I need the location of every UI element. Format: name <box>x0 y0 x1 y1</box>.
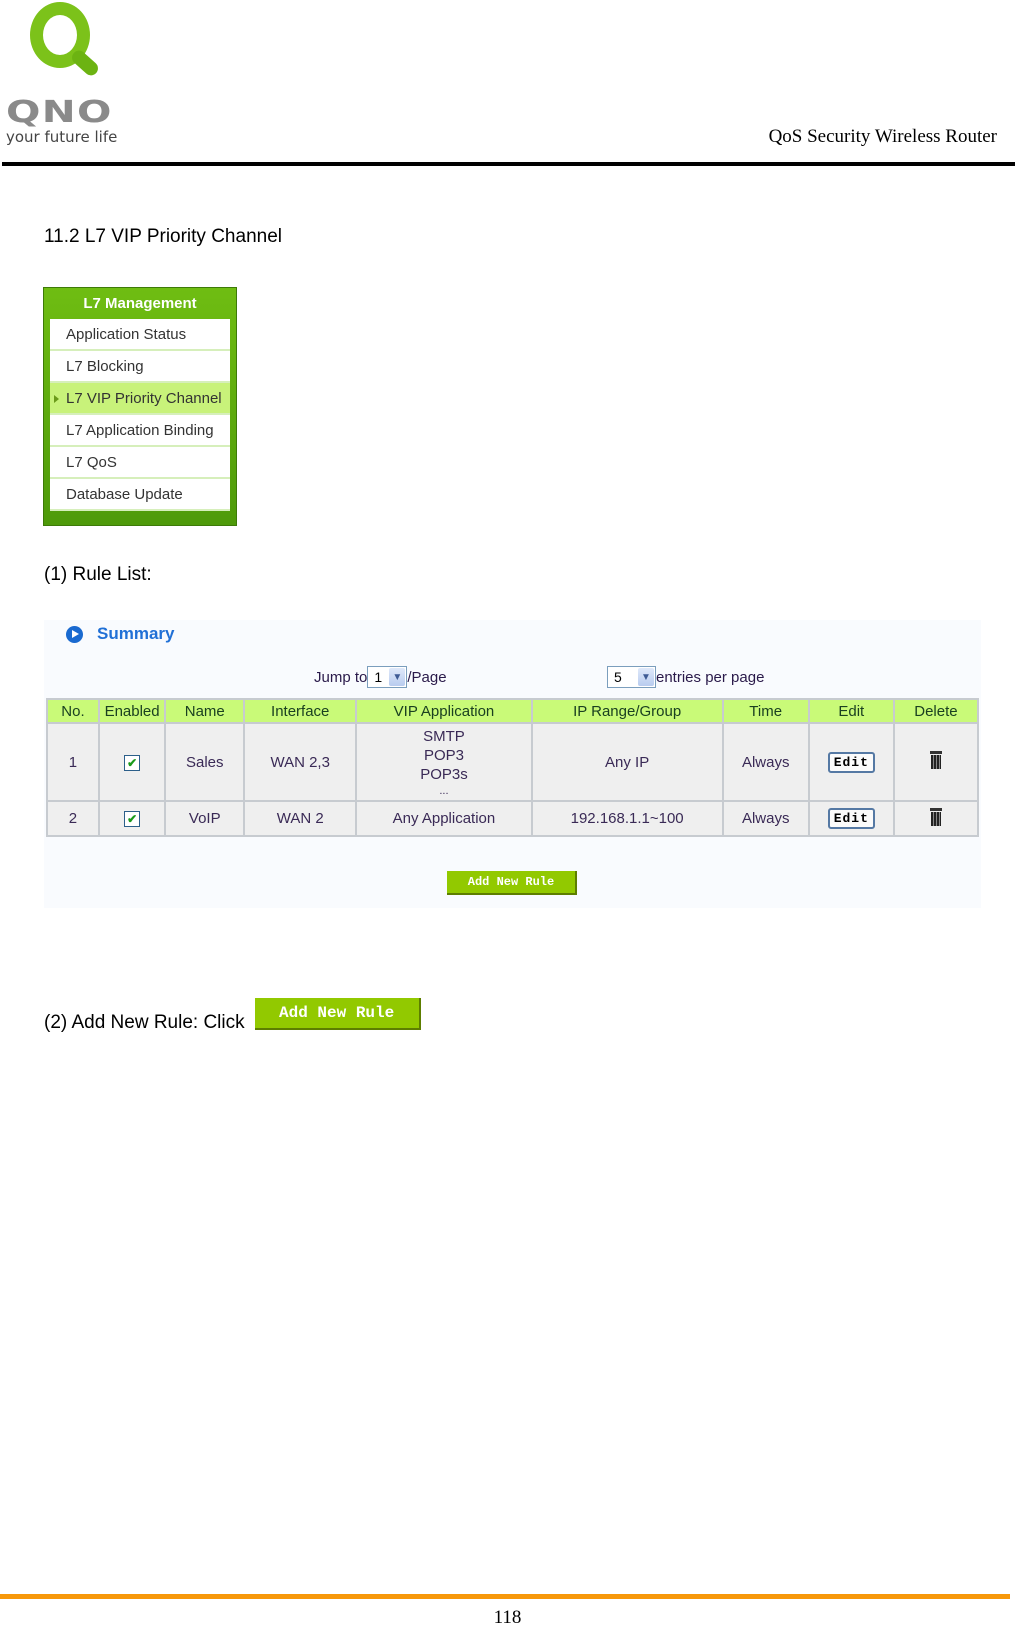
column-header-edit: Edit <box>807 698 895 724</box>
rule-list-panel: Summary Jump to 1 ▼ /Page 5 ▼ entries pe… <box>44 620 981 908</box>
menu-item-l7-application-binding[interactable]: L7 Application Binding <box>50 415 230 447</box>
cell-ip-range: 192.168.1.1~100 <box>530 800 724 837</box>
trash-icon[interactable] <box>929 807 942 826</box>
chevron-down-icon: ▼ <box>389 668 406 686</box>
logo-tagline: your future life <box>6 128 118 146</box>
page-label: /Page <box>407 668 447 686</box>
cell-no: 2 <box>46 800 100 837</box>
summary-label: Summary <box>97 624 175 643</box>
enabled-checkbox[interactable]: ✔ <box>124 811 141 827</box>
menu-item-database-update[interactable]: Database Update <box>50 479 230 511</box>
menu-item-label: Application Status <box>66 326 187 343</box>
edit-button[interactable]: Edit <box>827 751 875 773</box>
column-header-time: Time <box>721 698 810 724</box>
cell-vip-application: Any Application <box>355 800 533 837</box>
cell-delete <box>892 722 980 802</box>
page-select-value: 1 <box>374 669 383 685</box>
cell-ip-range: Any IP <box>530 722 724 802</box>
menu-title: L7 Management <box>83 295 197 312</box>
menu-item-label: L7 Application Binding <box>66 422 214 439</box>
column-header-vip-application: VIP Application <box>355 698 533 724</box>
jump-to-page: Jump to 1 ▼ /Page <box>314 666 447 688</box>
entries-select-value: 5 <box>614 669 622 685</box>
cell-enabled: ✔ <box>97 800 167 837</box>
jump-to-label: Jump to <box>314 668 368 686</box>
add-new-rule-button[interactable]: Add New Rule <box>447 871 577 895</box>
trash-icon[interactable] <box>929 751 942 769</box>
step2-text: (2) Add New Rule: Click <box>44 1012 245 1033</box>
logo-wordmark: QNO <box>6 95 113 130</box>
cell-edit: Edit <box>807 722 895 802</box>
page-select[interactable]: 1 ▼ <box>367 666 408 688</box>
enabled-checkbox[interactable]: ✔ <box>124 754 141 771</box>
menu-item-label: L7 VIP Priority Channel <box>66 390 222 407</box>
section-title: 11.2 L7 VIP Priority Channel <box>44 226 282 247</box>
play-circle-icon <box>66 625 83 643</box>
rules-table: No. Enabled Name Interface VIP Applicati… <box>46 698 980 837</box>
vip-app-more: ... <box>439 784 449 797</box>
cell-interface: WAN 2 <box>243 800 358 837</box>
vip-app-item: POP3 <box>423 746 464 764</box>
document-title: QoS Security Wireless Router <box>768 126 997 147</box>
qno-logo: QNO your future life <box>4 2 120 146</box>
column-header-enabled: Enabled <box>97 698 167 724</box>
menu-item-label: Database Update <box>66 486 183 503</box>
edit-button[interactable]: Edit <box>827 808 875 829</box>
pagination-bar: Jump to 1 ▼ /Page 5 ▼ entries per page <box>44 666 981 692</box>
entries-per-page: 5 ▼ entries per page <box>607 666 764 688</box>
entries-per-page-label: entries per page <box>656 668 765 686</box>
vip-app-item: POP3s <box>420 765 468 783</box>
table-row: 1 ✔ Sales WAN 2,3 SMTP POP3 POP3s ... An… <box>46 722 980 802</box>
l7-management-menu: L7 Management Application Status L7 Bloc… <box>43 287 237 526</box>
menu-item-l7-blocking[interactable]: L7 Blocking <box>50 351 230 383</box>
summary-header: Summary <box>66 624 174 644</box>
menu-item-l7-vip-priority-channel[interactable]: L7 VIP Priority Channel <box>50 383 230 415</box>
column-header-ip-range: IP Range/Group <box>530 698 724 724</box>
column-header-interface: Interface <box>243 698 358 724</box>
menu-item-label: L7 QoS <box>66 454 117 471</box>
cell-time: Always <box>721 722 810 802</box>
add-new-rule-instruction: (2) Add New Rule: Click Add New Rule <box>44 998 421 1034</box>
table-header-row: No. Enabled Name Interface VIP Applicati… <box>46 698 980 724</box>
chevron-down-icon: ▼ <box>638 668 654 686</box>
cell-vip-application: SMTP POP3 POP3s ... <box>355 722 533 802</box>
rule-list-heading: (1) Rule List: <box>44 564 152 585</box>
cell-name: Sales <box>164 722 246 802</box>
cell-edit: Edit <box>807 800 895 837</box>
cell-delete <box>892 800 980 837</box>
table-row: 2 ✔ VoIP WAN 2 Any Application 192.168.1… <box>46 800 980 837</box>
cell-time: Always <box>721 800 810 837</box>
column-header-no: No. <box>46 698 100 724</box>
footer-divider <box>0 1594 1010 1599</box>
cell-name: VoIP <box>164 800 246 837</box>
active-arrow-icon <box>54 395 59 403</box>
vip-app-item: SMTP <box>423 727 465 745</box>
add-new-rule-button-inline[interactable]: Add New Rule <box>254 998 421 1030</box>
column-header-name: Name <box>164 698 246 724</box>
cell-interface: WAN 2,3 <box>243 722 358 802</box>
page-number: 118 <box>493 1607 522 1628</box>
entries-per-page-select[interactable]: 5 ▼ <box>607 666 656 688</box>
menu-item-label: L7 Blocking <box>66 358 144 375</box>
cell-enabled: ✔ <box>97 722 167 802</box>
header-divider <box>2 162 1015 166</box>
menu-item-l7-qos[interactable]: L7 QoS <box>50 447 230 479</box>
menu-item-application-status[interactable]: Application Status <box>50 319 230 351</box>
column-header-delete: Delete <box>892 698 980 724</box>
cell-no: 1 <box>46 722 100 802</box>
